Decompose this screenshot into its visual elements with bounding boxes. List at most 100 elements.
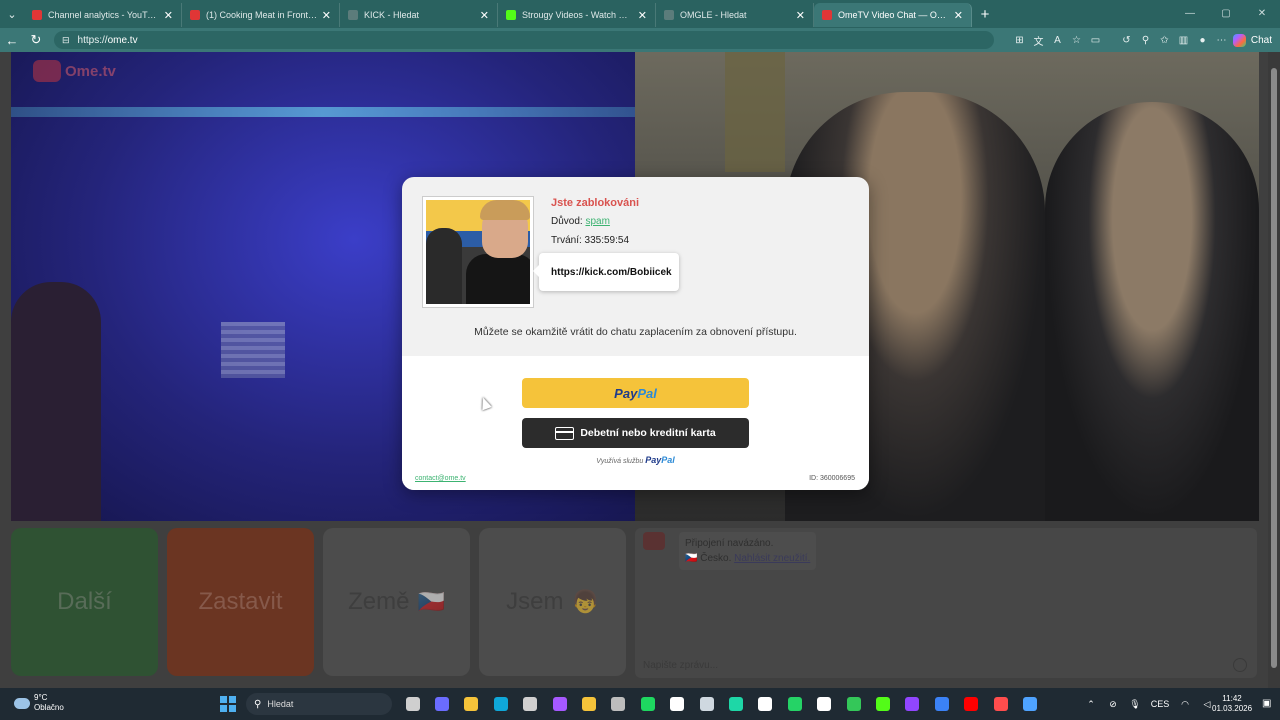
taskbar-app-icon-16[interactable] (868, 694, 897, 714)
tab-3[interactable]: Strougy Videos - Watch On-Demand ✕ (498, 3, 656, 27)
stop-button[interactable]: Zastavit (167, 528, 314, 676)
language-indicator[interactable]: CES (1146, 699, 1174, 709)
taskbar-app-icon-7[interactable] (604, 694, 633, 714)
copilot-chat-button[interactable]: Chat (1232, 31, 1272, 49)
app-icon (846, 697, 861, 711)
taskbar-app-icon-11[interactable] (721, 694, 750, 714)
taskbar-app-icon-3[interactable] (486, 694, 515, 714)
weather-widget[interactable]: 9°C Oblačno (14, 693, 64, 713)
ban-snapshot (422, 196, 534, 308)
tab-4[interactable]: OMGLE - Hledat ✕ (656, 3, 814, 27)
taskbar-app-icon-20[interactable] (986, 694, 1015, 714)
taskbar-app-icon-6[interactable] (574, 694, 603, 714)
site-info-icon[interactable]: ⊟ (62, 35, 70, 46)
close-tab-5-icon[interactable]: ✕ (954, 9, 963, 22)
taskbar-app-icon-5[interactable] (545, 694, 574, 714)
clock[interactable]: 11:42 01.03.2026 (1212, 694, 1252, 714)
split-screen-icon[interactable]: ▥ (1174, 35, 1193, 46)
profile-avatar-icon[interactable]: ● (1193, 35, 1212, 46)
system-message: Připojení navázáno. 🇨🇿 Česko. Nahlásit z… (679, 532, 817, 570)
partner-person-2 (1045, 102, 1259, 521)
taskbar-app-icon-12[interactable] (751, 694, 780, 714)
paypal-button[interactable]: Pay Pal (522, 378, 749, 408)
microphone-icon[interactable]: 🎙 (1124, 699, 1146, 710)
back-arrow-icon[interactable]: ← (0, 33, 24, 48)
tab-2[interactable]: KICK - Hledat ✕ (340, 3, 498, 27)
chat-panel: Připojení navázáno. 🇨🇿 Česko. Nahlásit z… (635, 528, 1257, 678)
ometv-chat-logo-icon (643, 532, 665, 550)
tab-1[interactable]: (1) Cooking Meat in Front of Vegans ✕ (182, 3, 340, 27)
extensions-icon[interactable]: ⚲ (1136, 35, 1155, 46)
taskbar-app-icon-0[interactable] (398, 694, 427, 714)
reload-icon[interactable]: ↻ (24, 32, 48, 48)
tray-overflow-icon[interactable]: ⌃ (1080, 699, 1102, 710)
app-icon (464, 697, 479, 711)
close-window-icon[interactable]: ✕ (1244, 0, 1280, 28)
taskbar-app-icon-21[interactable] (1015, 694, 1044, 714)
read-aloud-icon[interactable]: A (1048, 35, 1067, 46)
taskbar-app-icon-15[interactable] (839, 694, 868, 714)
cloud-icon (14, 697, 30, 709)
wifi-icon[interactable]: ◠ (1174, 699, 1196, 710)
refresh-extension-icon[interactable]: ↺ (1117, 35, 1136, 46)
gender-button[interactable]: Jsem 👦 (479, 528, 626, 676)
taskbar-search[interactable]: ⚲ Hledat (246, 693, 392, 715)
shelf-background (725, 52, 785, 172)
address-bar-row: ← ↻ ⊟ https://ome.tv ⊞ 文 A ☆ ▭ ↺ ⚲ ✩ ▥ ●… (0, 28, 1280, 52)
meet-now-icon[interactable]: ⊘ (1102, 699, 1124, 710)
start-button-icon[interactable] (220, 696, 236, 712)
close-tab-4-icon[interactable]: ✕ (796, 9, 805, 22)
snapshot-person-body (466, 254, 530, 304)
notification-bell-icon[interactable]: ▣ (1262, 698, 1271, 709)
tab-5-label: OmeTV Video Chat — Omegle (838, 10, 950, 20)
tab-0[interactable]: Channel analytics - YouTube Studio ✕ (24, 3, 182, 27)
country-button[interactable]: Země 🇨🇿 (323, 528, 470, 676)
close-tab-1-icon[interactable]: ✕ (322, 9, 331, 22)
apps-icon[interactable]: ⊞ (1010, 35, 1029, 46)
more-menu-icon[interactable]: ⋯ (1212, 35, 1231, 46)
favorite-star-icon[interactable]: ☆ (1067, 35, 1086, 46)
next-label: Další (57, 588, 112, 615)
close-tab-0-icon[interactable]: ✕ (164, 9, 173, 22)
tab-5[interactable]: OmeTV Video Chat — Omegle ✕ (814, 3, 972, 27)
video-icon[interactable]: ▭ (1086, 35, 1105, 46)
powered-by: Využívá službu PayPal (402, 455, 869, 465)
emoji-icon[interactable] (1233, 658, 1247, 672)
copilot-icon (1232, 33, 1246, 47)
tab-3-label: Strougy Videos - Watch On-Demand (522, 10, 634, 20)
taskbar-app-icon-4[interactable] (516, 694, 545, 714)
translate-icon[interactable]: 文 (1029, 33, 1048, 48)
minimize-icon[interactable]: — (1172, 0, 1208, 28)
taskbar-app-icon-10[interactable] (692, 694, 721, 714)
taskbar-app-icon-19[interactable] (956, 694, 985, 714)
taskbar-app-icon-18[interactable] (927, 694, 956, 714)
taskbar-app-icon-2[interactable] (457, 694, 486, 714)
url-host: ome.tv (107, 34, 138, 46)
scrollbar-thumb[interactable] (1271, 68, 1277, 668)
taskbar-app-icon-17[interactable] (898, 694, 927, 714)
taskbar-app-icon-14[interactable] (809, 694, 838, 714)
close-tab-3-icon[interactable]: ✕ (638, 9, 647, 22)
reason-link[interactable]: spam (585, 216, 609, 227)
new-tab-button[interactable]: + (972, 6, 998, 23)
contact-link[interactable]: contact@ome.tv (415, 475, 466, 482)
next-button[interactable]: Další (11, 528, 158, 676)
ban-id: ID: 360006695 (809, 475, 855, 482)
taskbar-app-icon-1[interactable] (427, 694, 456, 714)
report-abuse-link[interactable]: Nahlásit zneužití. (734, 553, 810, 564)
taskbar-search-label: Hledat (267, 699, 294, 709)
tab-list-menu[interactable]: ⌄ (0, 0, 24, 28)
app-icon (817, 697, 832, 711)
address-bar[interactable]: ⊟ https://ome.tv (54, 31, 994, 49)
powered-paypal-pal: Pal (661, 455, 675, 465)
maximize-icon[interactable]: ▢ (1208, 0, 1244, 28)
window-controls: — ▢ ✕ (1172, 0, 1280, 28)
taskbar-app-icon-13[interactable] (780, 694, 809, 714)
page-scrollbar[interactable] (1268, 52, 1280, 688)
card-payment-button[interactable]: Debetní nebo kreditní karta (522, 418, 749, 448)
close-tab-2-icon[interactable]: ✕ (480, 9, 489, 22)
chat-input[interactable]: Napište zprávu... (643, 660, 718, 671)
taskbar-app-icon-9[interactable] (663, 694, 692, 714)
taskbar-app-icon-8[interactable] (633, 694, 662, 714)
favorites-icon[interactable]: ✩ (1155, 35, 1174, 46)
